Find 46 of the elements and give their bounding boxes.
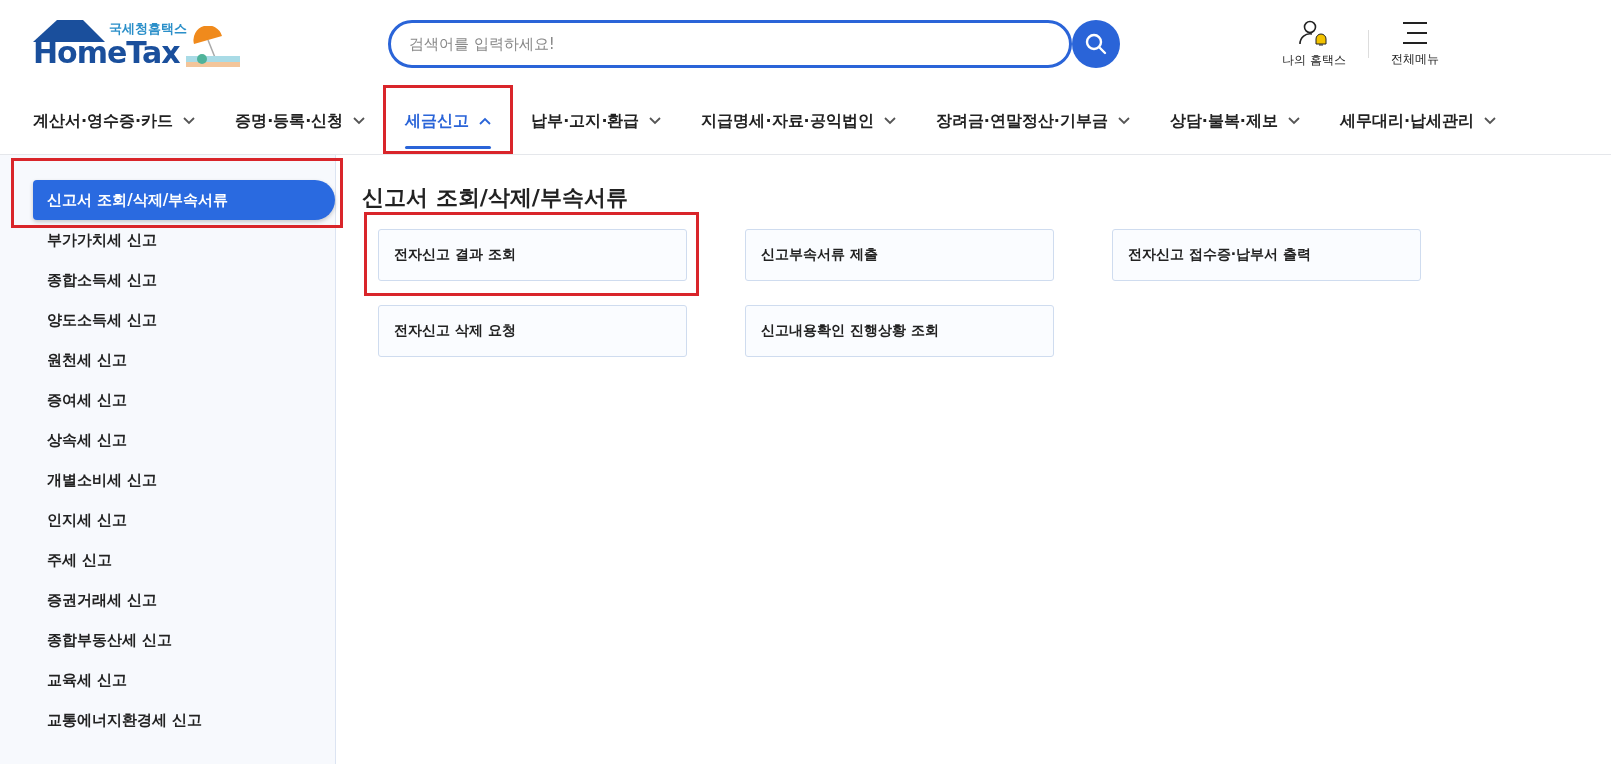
caret-icon: [183, 117, 196, 125]
sidebar-item[interactable]: 양도소득세 신고: [0, 300, 335, 340]
sidebar-item[interactable]: 종합소득세 신고: [0, 260, 335, 300]
caret-icon: [1287, 117, 1300, 125]
menu-card[interactable]: 전자신고 삭제 요청: [378, 305, 687, 357]
sidebar-item[interactable]: 종합부동산세 신고: [0, 620, 335, 660]
sidebar-item[interactable]: 인지세 신고: [0, 500, 335, 540]
roof-icon: [33, 20, 105, 42]
nav-tab[interactable]: 상담·불복·제보: [1169, 88, 1300, 154]
caret-icon: [1484, 117, 1496, 125]
sidebar-item[interactable]: 신고서 조회/삭제/부속서류: [33, 180, 335, 220]
menu-card[interactable]: 전자신고 접수증·납부서 출력: [1112, 229, 1421, 281]
caret-icon: [479, 117, 492, 125]
search-field[interactable]: 검색어를 입력하세요!: [388, 20, 1072, 68]
nav-tab[interactable]: 세금신고: [405, 88, 492, 154]
beach-umbrella-drawing: [185, 26, 240, 68]
sidebar-item[interactable]: 교육세 신고: [0, 660, 335, 700]
logo-title: HomeTax: [33, 38, 180, 68]
sidebar-item[interactable]: 주세 신고: [0, 540, 335, 580]
sidebar-item[interactable]: 교통에너지환경세 신고: [0, 700, 335, 740]
my-hometax-button[interactable]: 나의 홈택스: [1260, 19, 1368, 69]
search-icon: [1084, 32, 1108, 56]
all-menu-button[interactable]: 전체메뉴: [1369, 20, 1461, 68]
nav-tab[interactable]: 지급명세·자료·공익법인: [701, 88, 896, 154]
nav-tab[interactable]: 납부·고지·환급: [531, 88, 662, 154]
nav-tab[interactable]: 증명·등록·신청: [235, 88, 366, 154]
menu-card[interactable]: 전자신고 결과 조회: [378, 229, 687, 281]
menu-card[interactable]: 신고부속서류 제출: [745, 229, 1054, 281]
nav-tab[interactable]: 세무대리·납세관리: [1339, 88, 1496, 154]
menu-icon: [1402, 20, 1428, 45]
caret-icon: [649, 117, 662, 125]
sidebar-item[interactable]: 부가가치세 신고: [0, 220, 335, 260]
sidebar-item[interactable]: 상속세 신고: [0, 420, 335, 460]
caret-icon: [1117, 117, 1130, 125]
sidebar-item[interactable]: 증여세 신고: [0, 380, 335, 420]
sidebar-item[interactable]: 개별소비세 신고: [0, 460, 335, 500]
section-title: 신고서 조회/삭제/부속서류: [362, 184, 629, 212]
caret-icon: [883, 117, 896, 125]
sidebar-item[interactable]: 원천세 신고: [0, 340, 335, 380]
search-button[interactable]: [1072, 20, 1120, 68]
caret-icon: [353, 117, 366, 125]
sidebar-item[interactable]: 증권거래세 신고: [0, 580, 335, 620]
logo-subtitle: 국세청홈택스: [109, 20, 187, 38]
nav-tab[interactable]: 장려금·연말정산·기부금: [935, 88, 1130, 154]
nav-tab[interactable]: 계산서·영수증·카드: [33, 88, 196, 154]
menu-card[interactable]: 신고내용확인 진행상황 조회: [745, 305, 1054, 357]
